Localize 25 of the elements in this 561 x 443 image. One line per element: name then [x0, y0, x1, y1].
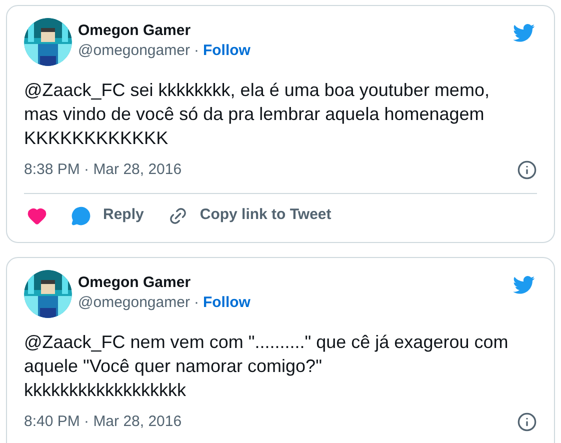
copy-link-button[interactable]: Copy link to Tweet: [168, 204, 332, 227]
tweet-text-line: aquele "Você quer namorar comigo?": [24, 354, 322, 378]
heart-icon: [27, 206, 47, 226]
separator-dot: ·: [194, 292, 199, 312]
author-name: Omegon Gamer: [78, 272, 192, 292]
tweet-text-line: @Zaack_FC sei kkkkkkkk, ela é uma boa youtuber memo,: [24, 79, 490, 102]
author-handle: @omegongamer: [78, 41, 190, 61]
tweet-timestamp: 8:38 PM · Mar 28, 2016: [24, 160, 182, 180]
tweet-text-line: mas vindo de você só da pra lembrar aquela homenagem: [24, 103, 484, 126]
tweet-text-line: KKKKKKKKKKKK: [24, 127, 168, 150]
bird-logo-icon: [511, 22, 537, 44]
reply-button[interactable]: Reply: [71, 204, 144, 227]
info-icon[interactable]: [517, 160, 537, 180]
bird-logo-icon: [511, 274, 537, 296]
follow-link[interactable]: Follow: [202, 41, 250, 61]
tweet-text-line: @Zaack_FC nem vem com ".........." que cê já exagerou com: [24, 330, 508, 354]
tweet-timestamp: 8:40 PM · Mar 28, 2016: [24, 412, 182, 432]
speech-bubble-icon: [71, 206, 91, 226]
info-icon[interactable]: [517, 412, 537, 432]
separator-dot: ·: [194, 41, 199, 61]
author-name: Omegon Gamer: [78, 21, 192, 41]
follow-link[interactable]: Follow: [202, 292, 250, 312]
tweet-text-line: kkkkkkkkkkkkkkkkkk: [24, 378, 186, 402]
author-handle: @omegongamer: [78, 292, 190, 312]
like-button[interactable]: [27, 206, 47, 226]
